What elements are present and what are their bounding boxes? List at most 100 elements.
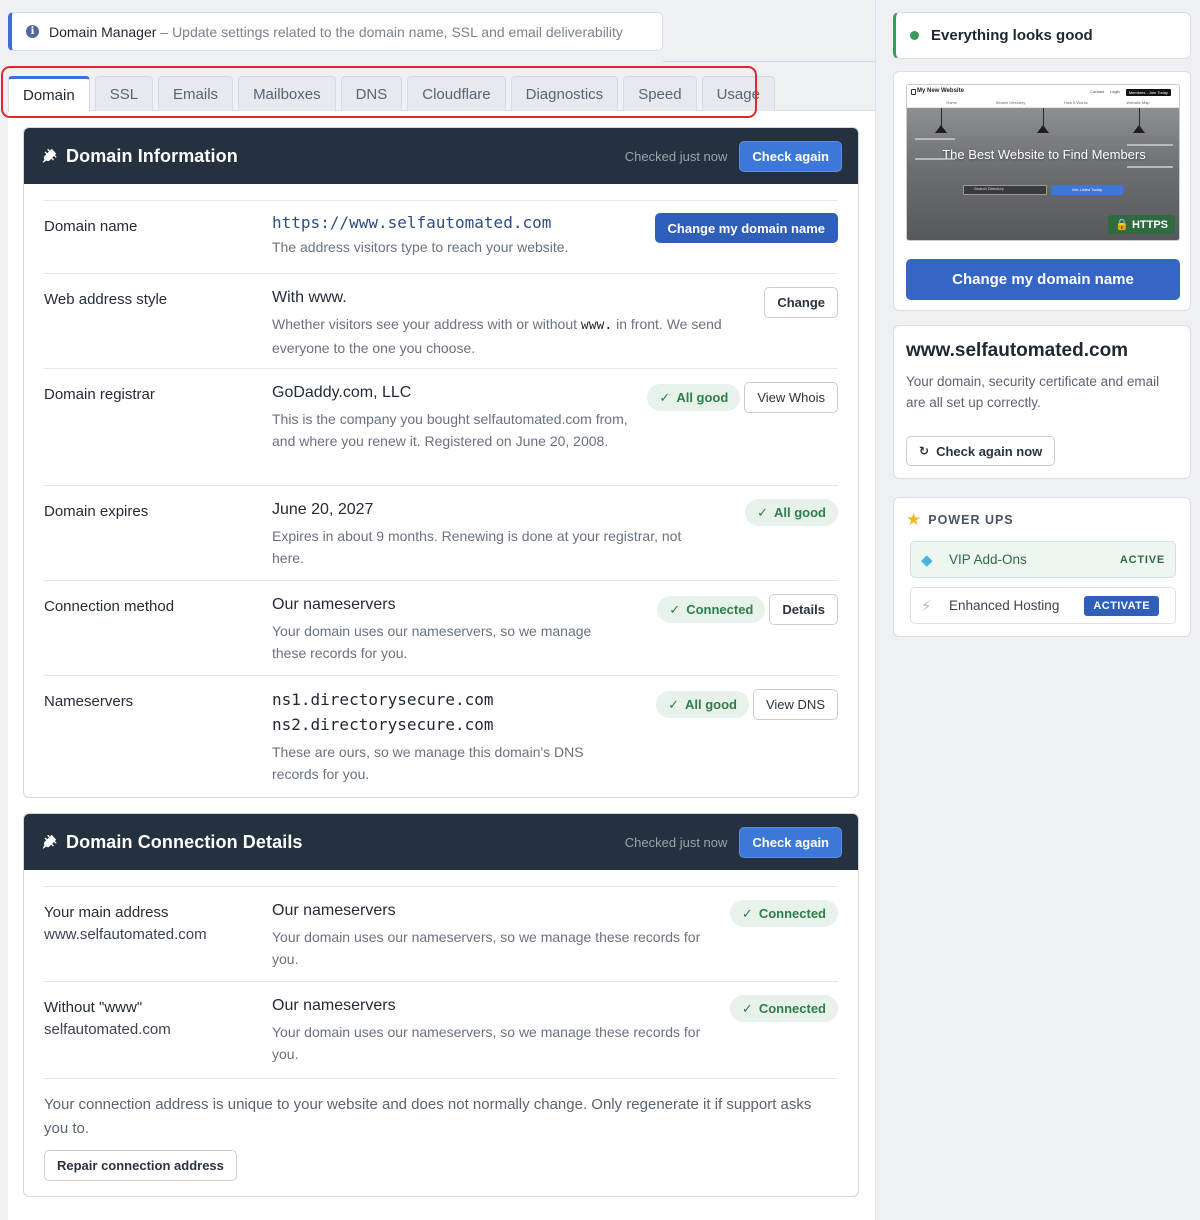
tab-bar: Domain SSL Emails Mailboxes DNS Cloudfla… bbox=[8, 76, 775, 112]
site-preview-card: My New Website Contact Login Members - J… bbox=[893, 71, 1191, 311]
row-description: Your domain uses our nameservers, so we … bbox=[272, 929, 701, 967]
check-again-button[interactable]: Check again bbox=[739, 140, 842, 172]
row-without-www: Without "www" selfautomated.com Our names… bbox=[44, 981, 838, 1079]
connection-note: Your connection address is unique to you… bbox=[44, 1096, 812, 1137]
check-again-button[interactable]: Check again bbox=[739, 826, 842, 858]
row-description: Whether visitors see your address with o… bbox=[272, 316, 722, 356]
power-ups-header: ★ POWER UPS bbox=[906, 510, 1014, 529]
lock-icon bbox=[911, 89, 916, 95]
row-label: Domain expires bbox=[44, 503, 149, 520]
check-icon: ✓ bbox=[741, 905, 753, 921]
page-description: – Update settings related to the domain … bbox=[160, 23, 623, 40]
domain-information-card: Domain Information Checked just now Chec… bbox=[23, 127, 859, 798]
power-up-vip-addons[interactable]: ◆ VIP Add-Ons ACTIVE bbox=[910, 541, 1176, 578]
row-label: Domain name bbox=[44, 218, 138, 235]
row-nameservers: Nameservers ns1.directorysecure.com ns2.… bbox=[44, 675, 838, 795]
lock-icon: 🔒 bbox=[1115, 219, 1129, 231]
status-badge: ✓ All good bbox=[745, 499, 838, 526]
tab-speed[interactable]: Speed bbox=[623, 76, 697, 111]
row-domain-registrar: Domain registrar GoDaddy.com, LLC This i… bbox=[44, 368, 838, 485]
preview-hero-title: The Best Website to Find Members bbox=[942, 147, 1146, 162]
nameserver-1: ns1.directorysecure.com bbox=[272, 690, 494, 709]
page-title: Domain Manager bbox=[49, 23, 157, 40]
activate-button[interactable]: ACTIVATE bbox=[1084, 595, 1159, 616]
check-icon: ✓ bbox=[669, 601, 681, 617]
tab-usage[interactable]: Usage bbox=[701, 76, 775, 111]
row-label: Nameservers bbox=[44, 693, 134, 710]
plug-icon bbox=[42, 834, 57, 849]
status-badge: ✓ Connected bbox=[657, 596, 766, 623]
card-title: Domain Connection Details bbox=[66, 831, 303, 852]
check-icon: ✓ bbox=[668, 696, 679, 712]
divider bbox=[663, 61, 875, 62]
row-web-address-style: Web address style With www. Whether visi… bbox=[44, 273, 838, 368]
change-domain-sidebar-button[interactable]: Change my domain name bbox=[906, 259, 1180, 300]
status-badge: ✓ All good bbox=[656, 691, 749, 718]
star-icon: ★ bbox=[906, 510, 923, 529]
tab-ssl[interactable]: SSL bbox=[94, 76, 154, 111]
row-sublabel: selfautomated.com bbox=[44, 1021, 171, 1038]
preview-search: Search Directory Get Listed Today bbox=[963, 185, 1123, 195]
details-button[interactable]: Details bbox=[769, 594, 838, 625]
info-icon: i bbox=[26, 25, 39, 38]
plug-icon bbox=[42, 148, 57, 163]
preview-site-name: My New Website bbox=[917, 88, 964, 94]
preview-top-links: Contact Login Members - Join Today bbox=[1090, 89, 1171, 96]
row-domain-expires: Domain expires June 20, 2027 Expires in … bbox=[44, 485, 838, 580]
row-description: Expires in about 9 months. Renewing is d… bbox=[272, 528, 682, 566]
tab-cloudflare[interactable]: Cloudflare bbox=[407, 76, 506, 111]
status-dot-icon bbox=[910, 31, 919, 40]
row-label: Web address style bbox=[44, 291, 168, 308]
repair-connection-button[interactable]: Repair connection address bbox=[44, 1150, 237, 1181]
card-header: Domain Connection Details Checked just n… bbox=[24, 814, 858, 870]
domain-summary: Your domain, security certificate and em… bbox=[906, 374, 1160, 410]
domain-summary-card: www.selfautomated.com Your domain, secur… bbox=[893, 325, 1191, 479]
row-value: June 20, 2027 bbox=[272, 501, 374, 518]
tab-diagnostics[interactable]: Diagnostics bbox=[510, 76, 619, 111]
card-header: Domain Information Checked just now Chec… bbox=[24, 128, 858, 184]
site-preview[interactable]: My New Website Contact Login Members - J… bbox=[906, 84, 1180, 241]
row-value: Our nameservers bbox=[272, 596, 396, 613]
row-description: The address visitors type to reach your … bbox=[272, 239, 569, 255]
tab-domain[interactable]: Domain bbox=[8, 76, 90, 112]
checked-status: Checked just now bbox=[624, 148, 728, 164]
page-header: i Domain Manager – Update settings relat… bbox=[8, 12, 663, 51]
check-icon: ✓ bbox=[741, 1000, 753, 1016]
power-ups-card: ★ POWER UPS ◆ VIP Add-Ons ACTIVE ⚡ Enhan… bbox=[893, 497, 1191, 637]
https-badge: 🔒 HTTPS bbox=[1108, 215, 1175, 234]
preview-nav: My New Website Contact Login Members - J… bbox=[907, 85, 1179, 108]
row-description: These are ours, so we manage this domain… bbox=[272, 744, 584, 782]
row-value: GoDaddy.com, LLC bbox=[272, 384, 412, 401]
tab-emails[interactable]: Emails bbox=[158, 76, 234, 111]
card-title: Domain Information bbox=[66, 145, 238, 166]
row-label: Without "www" selfautomated.com bbox=[44, 999, 171, 1038]
row-main-address: Your main address www.selfautomated.com O… bbox=[44, 886, 838, 981]
status-badge: ✓ Connected bbox=[729, 995, 838, 1022]
view-dns-button[interactable]: View DNS bbox=[752, 689, 838, 720]
main-column: i Domain Manager – Update settings relat… bbox=[0, 0, 875, 1220]
row-label: Domain registrar bbox=[44, 386, 155, 403]
tab-dns[interactable]: DNS bbox=[340, 76, 403, 111]
row-connection-method: Connection method Our nameservers Your d… bbox=[44, 580, 838, 675]
preview-hero-image: The Best Website to Find Members Search … bbox=[907, 108, 1179, 240]
nameserver-2: ns2.directorysecure.com bbox=[272, 715, 494, 734]
row-value: With www. bbox=[272, 289, 347, 306]
status-badge: ✓ All good bbox=[647, 384, 741, 411]
row-value: Our nameservers bbox=[272, 997, 396, 1014]
change-style-button[interactable]: Change bbox=[764, 287, 838, 318]
gem-icon: ◆ bbox=[921, 551, 933, 569]
change-domain-button[interactable]: Change my domain name bbox=[654, 213, 838, 243]
domain-url[interactable]: https://www.selfautomated.com bbox=[272, 213, 568, 232]
column-divider bbox=[875, 0, 876, 1220]
refresh-icon: ↻ bbox=[919, 444, 930, 458]
view-whois-button[interactable]: View Whois bbox=[744, 382, 838, 413]
status-card: Everything looks good bbox=[893, 12, 1191, 59]
power-up-enhanced-hosting: ⚡ Enhanced Hosting ACTIVATE bbox=[910, 587, 1176, 624]
row-description: This is the company you bought selfautom… bbox=[272, 411, 628, 449]
check-again-now-button[interactable]: ↻ Check again now bbox=[906, 436, 1056, 466]
tab-mailboxes[interactable]: Mailboxes bbox=[238, 76, 336, 111]
row-domain-name: Domain name https://www.selfautomated.co… bbox=[44, 200, 838, 273]
row-label: Connection method bbox=[44, 598, 175, 615]
domain-title: www.selfautomated.com bbox=[906, 340, 1129, 361]
active-badge: ACTIVE bbox=[1119, 553, 1165, 566]
